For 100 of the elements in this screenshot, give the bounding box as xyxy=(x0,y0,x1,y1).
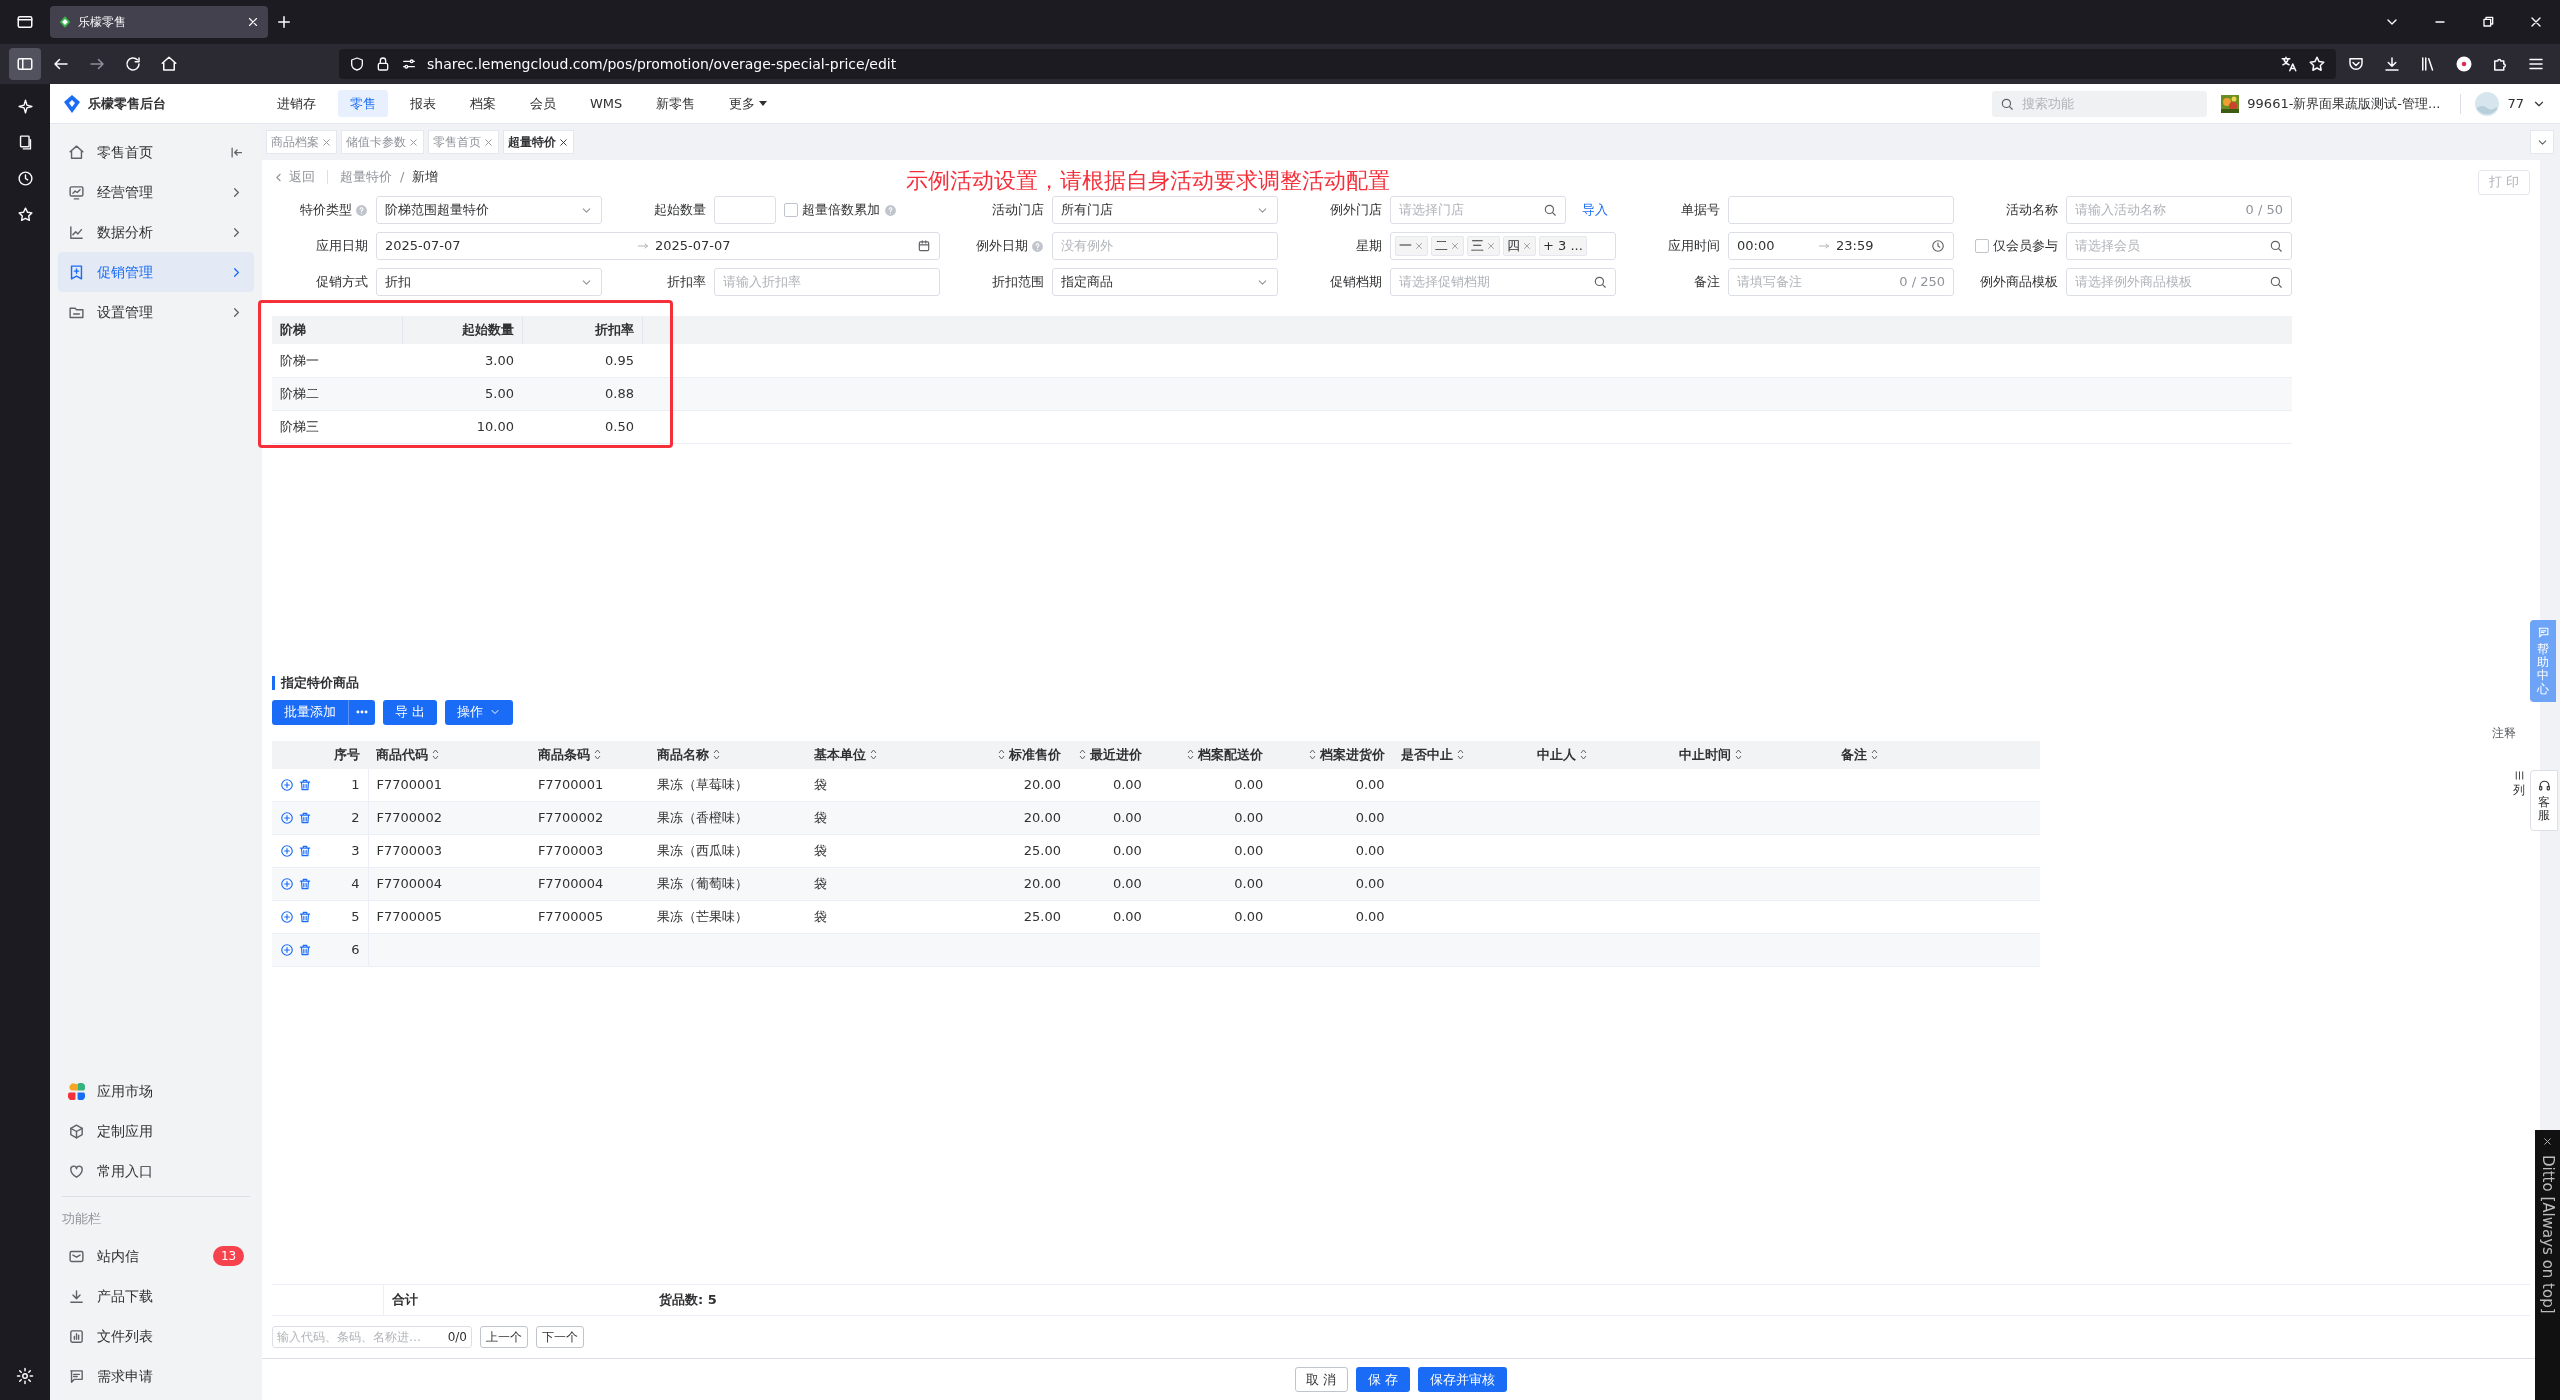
columns-button[interactable]: 列 xyxy=(2513,770,2525,799)
date-range-field[interactable]: 2025-07-07 2025-07-07 xyxy=(376,232,940,260)
tabs-menu-button[interactable] xyxy=(2530,130,2554,154)
multi-select-field[interactable]: 一 二 三 四 + 3 ... xyxy=(1390,232,1616,260)
star-icon[interactable] xyxy=(16,205,34,223)
add-icon[interactable] xyxy=(280,877,294,891)
settings-icon[interactable] xyxy=(16,1367,34,1385)
download-icon[interactable] xyxy=(2383,55,2401,73)
select-field[interactable]: 折扣 xyxy=(376,268,602,296)
select-field[interactable]: 指定商品 xyxy=(1052,268,1278,296)
weekday-tag[interactable]: 四 xyxy=(1503,236,1536,256)
save-and-review-button[interactable]: 保存并审核 xyxy=(1417,1367,1507,1392)
sort-icon[interactable] xyxy=(1870,749,1878,760)
close-icon[interactable] xyxy=(2542,1136,2553,1147)
delete-icon[interactable] xyxy=(298,943,312,957)
nav-item[interactable]: 报表 xyxy=(398,89,448,118)
sort-icon[interactable] xyxy=(997,749,1005,760)
sidebar-item[interactable]: 数据分析 xyxy=(58,212,254,252)
restore-icon[interactable] xyxy=(2480,14,2496,30)
export-button[interactable]: 导 出 xyxy=(383,699,438,725)
browser-tab[interactable]: 乐檬零售 xyxy=(50,6,268,38)
sort-icon[interactable] xyxy=(1456,749,1464,760)
tab-list-icon[interactable] xyxy=(16,13,34,31)
sidebar-item[interactable]: 文件列表 xyxy=(58,1316,254,1356)
sort-icon[interactable] xyxy=(432,749,440,760)
delete-icon[interactable] xyxy=(298,811,312,825)
select-field[interactable]: 阶梯范围超量特价 xyxy=(376,196,602,224)
ditto-window[interactable]: Ditto [Always on top] xyxy=(2535,1130,2560,1400)
find-field[interactable]: 输入代码、条码、名称进… 0/0 xyxy=(272,1326,472,1348)
select-field[interactable]: 所有门店 xyxy=(1052,196,1278,224)
new-tab-icon[interactable] xyxy=(275,13,293,31)
delete-icon[interactable] xyxy=(298,777,312,792)
weekday-tag[interactable]: 三 xyxy=(1467,236,1500,256)
sidebar-item[interactable]: 站内信 13 xyxy=(58,1236,254,1276)
table-cell: 25.00 xyxy=(947,900,1069,934)
delete-icon[interactable] xyxy=(298,844,312,858)
add-icon[interactable] xyxy=(280,777,294,792)
nav-item[interactable]: 档案 xyxy=(458,89,508,118)
sidebar-item[interactable]: 经营管理 xyxy=(58,172,254,212)
add-icon[interactable] xyxy=(280,811,294,825)
sidebar-item[interactable]: 产品下载 xyxy=(58,1276,254,1316)
cancel-button[interactable]: 取 消 xyxy=(1295,1367,1348,1392)
sort-icon[interactable] xyxy=(713,749,721,760)
store-selector[interactable]: 99661-新界面果蔬版测试-管理... xyxy=(2221,93,2462,114)
checkbox[interactable]: 仅会员参与 xyxy=(1975,236,2058,256)
add-icon[interactable] xyxy=(280,910,294,924)
page-tab[interactable]: 超量特价 xyxy=(503,130,574,154)
home-icon[interactable] xyxy=(160,55,178,73)
add-icon[interactable] xyxy=(280,844,294,858)
profile-icon[interactable] xyxy=(2455,55,2473,73)
nav-item[interactable]: 更多 xyxy=(717,89,780,118)
close-icon[interactable] xyxy=(246,15,260,29)
column-header: 序号 xyxy=(334,745,361,764)
sort-icon[interactable] xyxy=(593,749,601,760)
weekday-tag[interactable]: 一 xyxy=(1395,236,1428,256)
operations-button[interactable]: 操作 xyxy=(445,699,514,725)
sidebar-item[interactable]: 应用市场 xyxy=(58,1071,254,1112)
bookmark-star-icon[interactable] xyxy=(2308,55,2326,73)
sidebar-icon[interactable] xyxy=(16,55,34,73)
checkbox[interactable]: 超量倍数累加 xyxy=(784,200,897,220)
nav-item[interactable]: WMS xyxy=(578,89,635,118)
delete-icon[interactable] xyxy=(298,877,312,891)
sort-icon[interactable] xyxy=(1078,749,1086,760)
sidebar-item[interactable]: 设置管理 xyxy=(58,292,254,332)
nav-item[interactable]: 新零售 xyxy=(644,89,708,118)
input-field[interactable] xyxy=(1728,196,1954,224)
import-link[interactable]: 导入 xyxy=(1582,200,1608,220)
pocket-icon[interactable] xyxy=(2347,55,2365,73)
reload-icon[interactable] xyxy=(124,55,142,73)
delete-icon[interactable] xyxy=(298,910,312,924)
sidebar-item[interactable]: 常用入口 xyxy=(58,1151,254,1192)
translate-icon[interactable] xyxy=(2280,55,2298,73)
user-menu[interactable]: 77 xyxy=(2475,91,2546,116)
batch-add-button[interactable]: 批量添加 xyxy=(272,699,348,725)
sort-icon[interactable] xyxy=(1308,749,1316,760)
sidebar-item[interactable]: 促销管理 xyxy=(58,252,254,292)
customer-service-tab[interactable]: 客服 xyxy=(2530,770,2558,832)
sort-icon[interactable] xyxy=(1580,749,1588,760)
save-button[interactable]: 保 存 xyxy=(1355,1367,1410,1392)
sidebar-item[interactable]: 需求申请 xyxy=(58,1356,254,1396)
nav-item[interactable]: 会员 xyxy=(518,89,568,118)
previous-button[interactable]: 上一个 xyxy=(480,1326,528,1348)
time-range-field[interactable]: 00:00 23:59 xyxy=(1728,232,1954,260)
sort-icon[interactable] xyxy=(1187,749,1195,760)
sort-icon[interactable] xyxy=(870,749,877,760)
sidebar-item[interactable]: 定制应用 xyxy=(58,1111,254,1152)
sidebar-item[interactable]: 零售首页 xyxy=(58,132,254,172)
add-icon[interactable] xyxy=(280,943,294,957)
address-bar[interactable]: sharec.lemengcloud.com/pos/promotion/overage-special-price/edit xyxy=(339,49,2336,79)
close-icon[interactable] xyxy=(558,136,569,148)
site-settings-icon[interactable] xyxy=(401,56,417,72)
input-field[interactable] xyxy=(714,196,776,224)
weekday-tag[interactable]: 二 xyxy=(1431,236,1464,256)
more-button[interactable] xyxy=(348,699,375,725)
nav-item[interactable]: 进销存 xyxy=(265,89,328,118)
sparkle-icon[interactable] xyxy=(16,97,34,115)
nav-item[interactable]: 零售 xyxy=(338,89,388,118)
sort-icon[interactable] xyxy=(1734,749,1742,760)
history-icon[interactable] xyxy=(16,169,34,187)
next-button[interactable]: 下一个 xyxy=(536,1326,584,1348)
